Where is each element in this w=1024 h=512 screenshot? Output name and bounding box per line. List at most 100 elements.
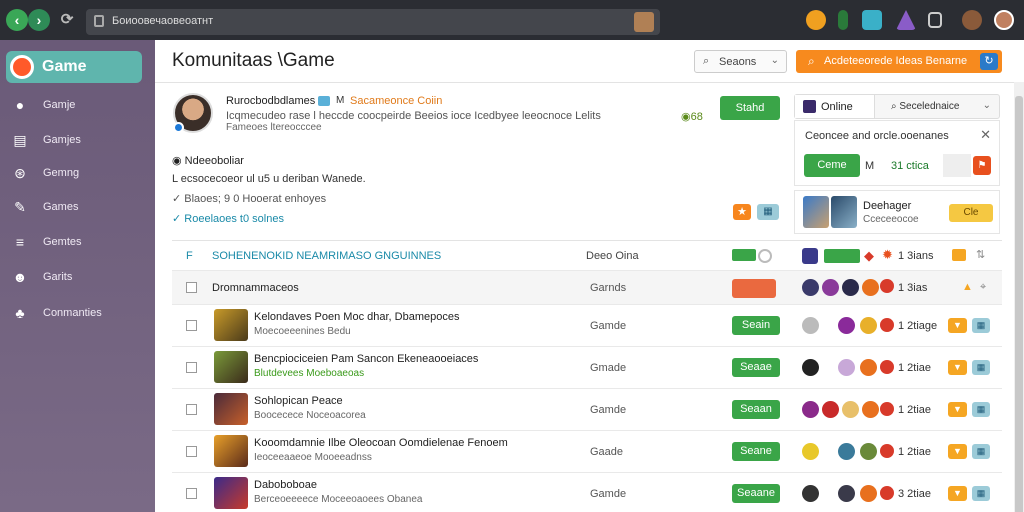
sidebar-item-gemtes[interactable]: ≡ Gemtes [0,228,155,258]
profile-name[interactable]: Rurocbodbdlames [226,95,315,107]
player-avatar [862,279,879,296]
extension-icon[interactable] [806,10,826,30]
pin-icon: ⌖ [980,281,987,293]
row-button[interactable]: Seain [732,316,780,335]
scrollbar-thumb[interactable] [1015,96,1023,512]
search-dropdown[interactable]: ⌕ Seaons ⌄ [694,50,787,73]
star-icon[interactable]: ★ [733,204,751,220]
star-icon[interactable]: ▼ [948,318,967,333]
column-header-type[interactable]: Deeo Oina [586,250,639,262]
account-avatar[interactable] [994,10,1014,30]
tag-icon [824,249,860,263]
player-avatar [802,279,819,296]
chevron-down-icon[interactable]: ⌄ [983,100,991,111]
row-checkbox[interactable] [186,446,197,457]
row-type: Gamde [590,488,627,500]
page-title: Komunitaas \Game [172,50,335,71]
row-title[interactable]: Bencpiociceien Pam Sancon Ekeneaooeiaces [254,353,478,365]
game-thumbnail [214,477,248,509]
sidebar-item-gamjes[interactable]: ▤ Gamjes [0,126,155,156]
card-button[interactable]: Ceme [804,154,860,177]
player-avatar [860,317,877,334]
sidebar-item-gemng[interactable]: ⊛ Gemng [0,159,155,189]
grid-icon[interactable]: ▦ [972,318,990,333]
scrollbar[interactable] [1014,82,1024,512]
sidebar-item-label: Conmanties [43,307,102,319]
section-link[interactable]: ✓ Roeelaoes t0 solnes [172,212,284,225]
table-row[interactable]: Sohlopican Peace Boocecece Noceoacorea G… [172,388,1002,430]
row-checkbox[interactable] [186,362,197,373]
sidebar-item-games[interactable]: ✎ Games [0,193,155,223]
row-title[interactable]: Dromnammaceos [212,282,299,294]
star-icon[interactable]: ▼ [948,360,967,375]
grid-icon[interactable]: ▦ [757,204,779,220]
bookmark-icon[interactable] [928,12,942,28]
table-row[interactable]: Daboboboae Berceoeeeece Moceeoaoees Oban… [172,472,1002,512]
row-checkbox[interactable] [186,320,197,331]
star-icon[interactable]: ▼ [948,486,967,501]
refresh-icon[interactable]: ↻ [980,53,998,70]
flag-icon[interactable]: ⚑ [973,156,991,175]
sidebar-item-garits[interactable]: ☻ Garits [0,263,155,293]
cta-button[interactable]: ⌕ Acdeteeorede Ideas Benarne ↻ [796,50,1002,73]
header-icon-strip: ◆ ✹ 1 3ians ⇅ [802,247,1022,264]
section-description: L ecsocecoeor ul u5 u deriban Wanede. [172,173,366,185]
row-sub: Moecoeeenines Bedu [254,326,351,337]
extension-icon[interactable] [838,10,848,30]
row-title[interactable]: Daboboboae [254,479,317,491]
grid-icon[interactable]: ▦ [972,402,990,417]
player-avatar [838,443,855,460]
feature-button[interactable]: Cle [949,204,993,222]
feature-card[interactable]: Deehager Cceceeocoe Cle [794,190,1000,234]
close-icon[interactable]: ✕ [980,127,991,143]
extension-icon[interactable] [896,10,916,30]
grid-icon[interactable]: ▦ [972,486,990,501]
search-icon: ⌕ [808,54,815,68]
star-icon[interactable]: ▼ [948,402,967,417]
card-input[interactable] [943,154,971,177]
table-row[interactable]: Kelondaves Poen Moc dhar, Dbamepoces Moe… [172,304,1002,346]
table-row[interactable]: Bencpiociceien Pam Sancon Ekeneaooeiaces… [172,346,1002,388]
row-sub: Blutdevees Moeboaeoas [254,368,365,379]
row-title[interactable]: Sohlopican Peace [254,395,343,407]
url-text: Боиоовечаовеоатнт [112,15,214,27]
address-bar[interactable]: Боиоовечаовеоатнт [86,9,660,35]
player-avatar [860,443,877,460]
row-checkbox[interactable] [186,404,197,415]
follow-button[interactable]: Stahd [720,96,780,120]
row-type: Gaade [590,446,624,458]
player-avatar [860,485,877,502]
profile-icon[interactable] [962,10,982,30]
table-row[interactable]: Kooomdamnie Ilbe Oleocoan Oomdielenae Fe… [172,430,1002,472]
back-icon[interactable]: ‹ [6,9,28,31]
card-value: M [865,160,875,172]
row-title[interactable]: Kooomdamnie Ilbe Oleocoan Oomdielenae Fe… [254,437,508,449]
row-button[interactable]: Seaane [732,484,780,503]
row-title[interactable]: Kelondaves Poen Moc dhar, Dbamepoces [254,311,459,323]
star-icon[interactable]: ▼ [948,444,967,459]
row-checkbox[interactable] [186,282,197,293]
game-thumbnail [214,435,248,467]
card-value-green: 31 ctica [891,160,929,172]
forward-icon[interactable]: › [28,9,50,31]
panel-selector[interactable]: ⌕ Secelednaice [891,101,959,112]
row-button[interactable]: Seaae [732,358,780,377]
online-icon [803,100,816,113]
heart-icon: ◆ [864,248,874,263]
row-button[interactable] [732,279,776,298]
grid-icon[interactable]: ▦ [972,360,990,375]
column-header-title[interactable]: SOHENENOKID NEAMRIMASO GNGUINNES [212,250,441,262]
table-row[interactable]: Dromnammaceos Garnds 1 3ias ▲ ⌖ [172,270,1002,304]
extension-icon[interactable] [862,10,882,30]
reload-icon[interactable]: ⟳ [58,10,76,28]
row-button[interactable]: Seane [732,442,780,461]
brand-logo[interactable]: Game [6,51,142,83]
sidebar-item-conmanties[interactable]: ♣ Conmanties [0,299,155,329]
sidebar-item-gamje[interactable]: ● Gamje [0,91,155,121]
row-button[interactable]: Seaan [732,400,780,419]
grid-icon[interactable]: ▦ [972,444,990,459]
lock-icon [952,249,966,261]
filter-label[interactable]: F [186,250,193,262]
tab-online[interactable]: Online [795,95,875,118]
row-checkbox[interactable] [186,488,197,499]
